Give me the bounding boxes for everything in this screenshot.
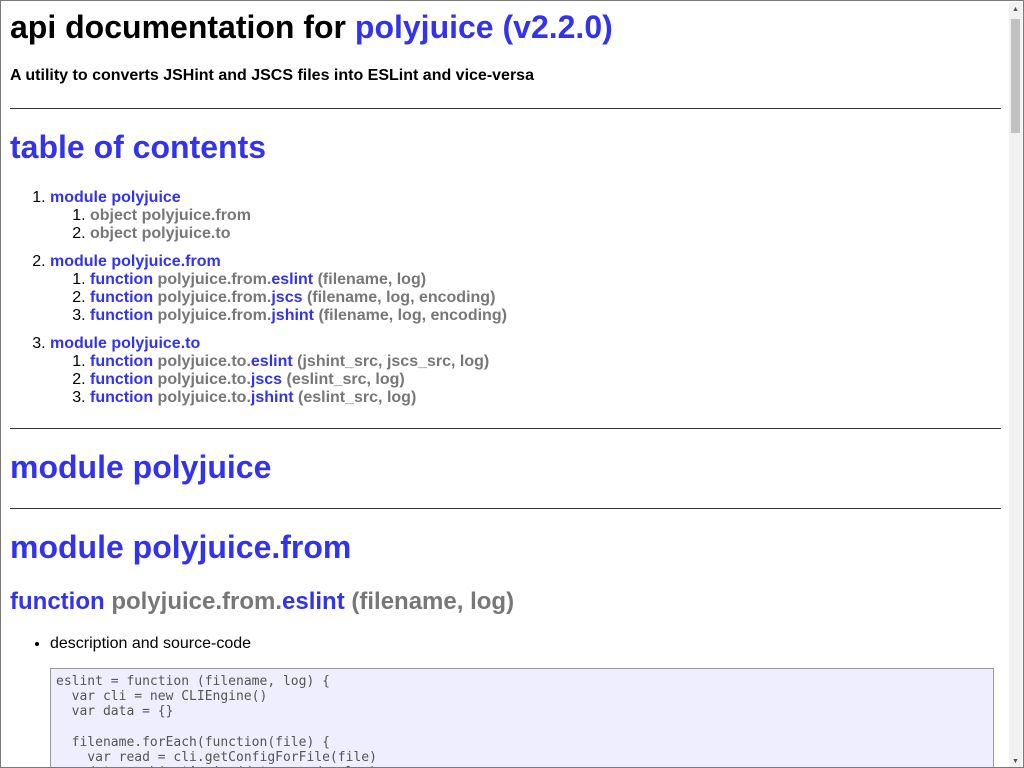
page-title: api documentation for polyjuice (v2.2.0)	[10, 9, 613, 46]
toc-entry-member-link[interactable]: jshint	[251, 389, 294, 406]
toc-entry-args: (filename, log, encoding)	[306, 289, 496, 306]
toc-entry-member-link[interactable]: jshint	[271, 307, 314, 324]
toc-entry: object polyjuice.from	[90, 207, 507, 225]
toc-entry-name: polyjuice.to.	[157, 353, 251, 370]
description-item: description and source-code	[50, 635, 251, 653]
toc-entry-member-link[interactable]: eslint	[251, 353, 293, 370]
toc-module-link[interactable]: module polyjuice.to	[50, 335, 200, 352]
module-heading: module polyjuice	[10, 449, 271, 486]
toc-entry-kind: object	[90, 207, 138, 224]
function-member-link[interactable]: eslint	[282, 588, 345, 615]
toc-heading: table of contents	[10, 129, 267, 165]
toc-entry: function polyjuice.to.jshint (eslint_src…	[90, 389, 507, 407]
toc-entry: function polyjuice.from.jshint (filename…	[90, 307, 507, 325]
toc-module-link[interactable]: module polyjuice.from	[50, 253, 221, 270]
function-heading: function polyjuice.from.eslint (filename…	[10, 588, 514, 616]
function-kind-link[interactable]: function	[10, 588, 105, 615]
toc-entry-kind: object	[90, 225, 138, 242]
toc-entry-args: (eslint_src, log)	[286, 371, 405, 388]
toc-entry-args: (jshint_src, jscs_src, log)	[297, 353, 490, 370]
toc-entry-name: polyjuice.from	[141, 207, 251, 224]
toc-entry-args: (filename, log, encoding)	[318, 307, 507, 324]
module-from-link[interactable]: module polyjuice.from	[10, 529, 351, 565]
function-name: polyjuice.from.	[111, 588, 283, 615]
toc-module-item: module polyjuice object polyjuice.from o…	[50, 189, 507, 243]
toc-entry-name: polyjuice.from.	[157, 289, 272, 306]
toc-entry-kind-link[interactable]: function	[90, 289, 153, 306]
toc-entry: object polyjuice.to	[90, 225, 507, 243]
toc-entry: function polyjuice.to.eslint (jshint_src…	[90, 353, 507, 371]
toc-list: module polyjuice object polyjuice.from o…	[10, 189, 507, 417]
toc-module-item: module polyjuice.to function polyjuice.t…	[50, 335, 507, 407]
toc-entry-kind-link[interactable]: function	[90, 353, 153, 370]
toc-entry-member-link[interactable]: eslint	[271, 271, 313, 288]
function-args: (filename, log)	[351, 588, 515, 615]
toc-entry-name: polyjuice.from.	[157, 307, 272, 324]
toc-entry-kind-link[interactable]: function	[90, 307, 153, 324]
page-frame: api documentation for polyjuice (v2.2.0)…	[0, 0, 1024, 768]
toc-entry: function polyjuice.from.jscs (filename, …	[90, 289, 507, 307]
toc-module-link[interactable]: module polyjuice	[50, 189, 181, 206]
divider	[10, 108, 1001, 109]
toc-entry-args: (eslint_src, log)	[298, 389, 417, 406]
scrollbar-thumb[interactable]	[1011, 19, 1020, 133]
toc-entry-name: polyjuice.to.	[157, 389, 251, 406]
divider	[10, 508, 1001, 509]
toc-entry-kind-link[interactable]: function	[90, 271, 153, 288]
toc-entry-member-link[interactable]: jscs	[271, 289, 302, 306]
toc-entry-name: polyjuice.from.	[157, 271, 272, 288]
title-package-link[interactable]: polyjuice (v2.2.0)	[355, 9, 613, 45]
toc-module-item: module polyjuice.from function polyjuice…	[50, 253, 507, 325]
title-prefix: api documentation for	[10, 9, 346, 45]
toc-entry: function polyjuice.from.eslint (filename…	[90, 271, 507, 289]
description-list: description and source-code	[10, 635, 251, 653]
scroll-up-arrow-icon[interactable]: ▲	[1009, 2, 1022, 16]
vertical-scrollbar[interactable]: ▲ ▼	[1009, 2, 1022, 767]
package-description: A utility to converts JSHint and JSCS fi…	[10, 67, 534, 84]
divider	[10, 428, 1001, 429]
module-polyjuice-link[interactable]: module polyjuice	[10, 449, 271, 485]
toc-entry-name: polyjuice.to	[141, 225, 231, 242]
toc-entry-args: (filename, log)	[317, 271, 427, 288]
toc-entry-kind-link[interactable]: function	[90, 371, 153, 388]
toc-entry-name: polyjuice.to.	[157, 371, 251, 388]
source-code-block: eslint = function (filename, log) { var …	[50, 668, 994, 767]
module-heading: module polyjuice.from	[10, 529, 351, 566]
scroll-down-arrow-icon[interactable]: ▼	[1009, 754, 1022, 767]
toc-entry-member-link[interactable]: jscs	[251, 371, 282, 388]
toc-entry: function polyjuice.to.jscs (eslint_src, …	[90, 371, 507, 389]
toc-entry-kind-link[interactable]: function	[90, 389, 153, 406]
